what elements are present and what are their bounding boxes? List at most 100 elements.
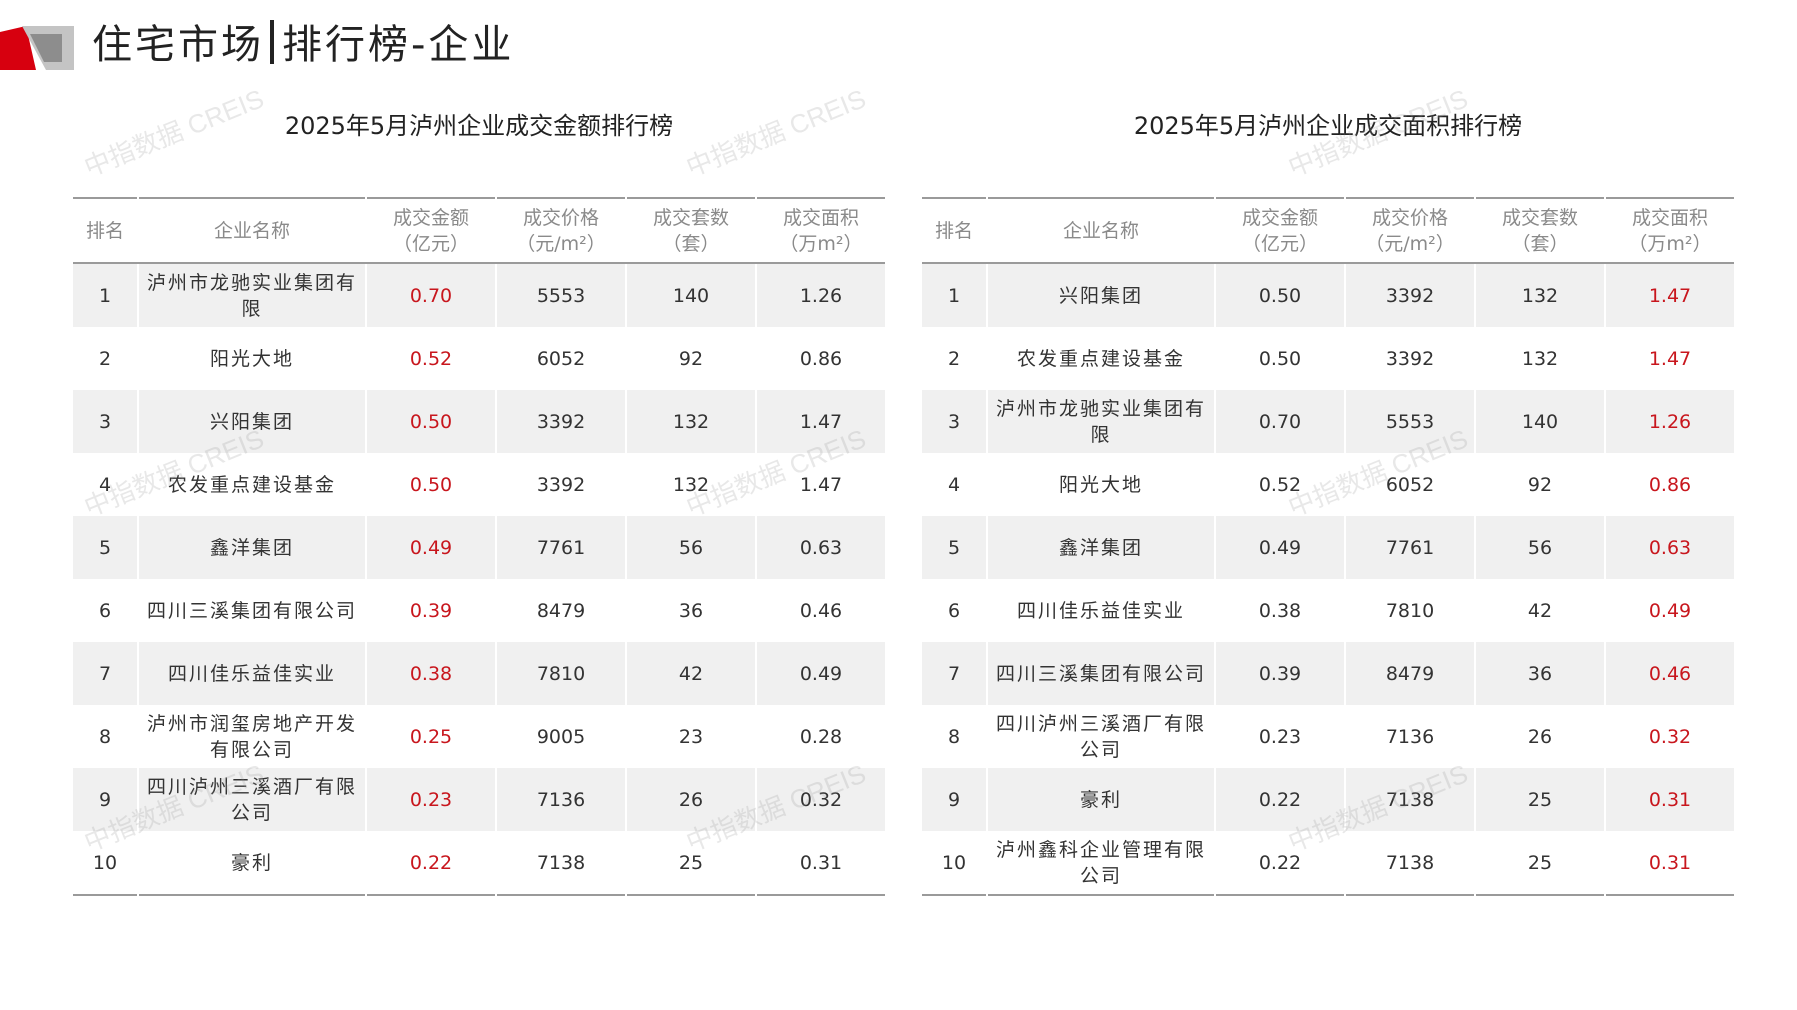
cell-rank: 6 bbox=[73, 579, 139, 642]
cell-amount: 0.50 bbox=[366, 453, 497, 516]
table-row: 5 鑫洋集团 0.49 7761 56 0.63 bbox=[73, 516, 885, 579]
cell-area: 1.26 bbox=[756, 263, 885, 327]
col-header-price: 成交价格 （元/m²） bbox=[496, 198, 627, 264]
cell-rank: 3 bbox=[73, 390, 139, 453]
table-row: 9 豪利 0.22 7138 25 0.31 bbox=[922, 768, 1734, 831]
cell-rank: 4 bbox=[73, 453, 139, 516]
cell-rank: 1 bbox=[73, 263, 139, 327]
cell-area: 0.86 bbox=[1648, 473, 1692, 496]
cell-rank: 6 bbox=[922, 579, 988, 642]
cell-rank: 10 bbox=[922, 831, 988, 895]
cell-area: 0.46 bbox=[799, 599, 843, 622]
cell-rank: 1 bbox=[922, 263, 988, 327]
cell-area: 1.47 bbox=[1605, 263, 1734, 327]
cell-company-name: 农发重点建设基金 bbox=[987, 327, 1216, 390]
cell-price: 5553 bbox=[1345, 390, 1476, 453]
cell-price: 6052 bbox=[1345, 453, 1476, 516]
col-header-amount: 成交金额 （亿元） bbox=[1215, 198, 1346, 264]
cell-amount: 0.50 bbox=[1215, 327, 1346, 390]
cell-area: 1.47 bbox=[1648, 347, 1692, 370]
cell-company-name: 四川泸州三溪酒厂有限公司 bbox=[138, 768, 367, 831]
cell-units: 92 bbox=[1475, 453, 1606, 516]
cell-units: 132 bbox=[1475, 263, 1606, 327]
cell-price: 5553 bbox=[496, 263, 627, 327]
cell-amount: 0.39 bbox=[1215, 642, 1346, 705]
cell-units: 92 bbox=[626, 327, 757, 390]
table-row: 4 农发重点建设基金 0.50 3392 132 1.47 bbox=[73, 453, 885, 516]
table-row: 9 四川泸州三溪酒厂有限公司 0.23 7136 26 0.32 bbox=[73, 768, 885, 831]
cell-company-name: 阳光大地 bbox=[138, 327, 367, 390]
cell-company-name: 泸州鑫科企业管理有限公司 bbox=[987, 831, 1216, 895]
cell-price: 3392 bbox=[496, 390, 627, 453]
amount-ranking-title: 2025年5月泸州企业成交金额排行榜 bbox=[284, 112, 674, 140]
amount-ranking-body: 1 泸州市龙驰实业集团有限 0.70 5553 140 1.26 2 阳光大地 0.52 6052… bbox=[73, 263, 885, 895]
cell-price: 9005 bbox=[496, 705, 627, 768]
area-ranking-table: 排名 企业名称 成交金额 （亿元） 成交价格 （元/m²） 成交套数 （套） 成交面积… bbox=[922, 197, 1734, 896]
cell-price: 3392 bbox=[1345, 263, 1476, 327]
cell-rank: 5 bbox=[922, 516, 988, 579]
area-ranking-body: 1 兴阳集团 0.50 3392 132 1.47 2 农发重点建设基金 0.50 3392 132… bbox=[922, 263, 1734, 895]
cell-price: 6052 bbox=[496, 327, 627, 390]
cell-price: 7136 bbox=[1345, 705, 1476, 768]
cell-company-name: 豪利 bbox=[138, 831, 367, 895]
cell-rank: 9 bbox=[922, 768, 988, 831]
cell-amount: 0.52 bbox=[366, 327, 497, 390]
cell-units: 56 bbox=[626, 516, 757, 579]
table-header-row: 排名 企业名称 成交金额 （亿元） 成交价格 （元/m²） 成交套数 （套） 成交面积… bbox=[73, 198, 885, 264]
cell-amount: 0.50 bbox=[1215, 263, 1346, 327]
title-divider bbox=[270, 20, 274, 64]
table-row: 6 四川三溪集团有限公司 0.39 8479 36 0.46 bbox=[73, 579, 885, 642]
cell-company-name: 四川泸州三溪酒厂有限公司 bbox=[987, 705, 1216, 768]
cell-price: 3392 bbox=[1345, 327, 1476, 390]
cell-units: 26 bbox=[1475, 705, 1606, 768]
cell-price: 7810 bbox=[1345, 579, 1476, 642]
cell-amount: 0.22 bbox=[1215, 768, 1346, 831]
cell-units: 25 bbox=[1475, 831, 1606, 895]
col-header-rank: 排名 bbox=[73, 198, 139, 264]
cell-rank: 2 bbox=[73, 327, 139, 390]
cell-company-name: 泸州市龙驰实业集团有限 bbox=[138, 263, 367, 327]
col-header-units: 成交套数 （套） bbox=[626, 198, 757, 264]
cell-units: 140 bbox=[1475, 390, 1606, 453]
cell-units: 132 bbox=[626, 453, 757, 516]
area-ranking-title: 2025年5月泸州企业成交面积排行榜 bbox=[1133, 112, 1523, 140]
table-row: 4 阳光大地 0.52 6052 92 0.86 bbox=[922, 453, 1734, 516]
cell-area: 0.28 bbox=[799, 725, 843, 748]
table-row: 1 兴阳集团 0.50 3392 132 1.47 bbox=[922, 263, 1734, 327]
cell-units: 23 bbox=[626, 705, 757, 768]
cell-area: 1.26 bbox=[1605, 390, 1734, 453]
cell-amount: 0.22 bbox=[366, 831, 497, 895]
cell-area: 1.47 bbox=[799, 473, 843, 496]
table-row: 2 农发重点建设基金 0.50 3392 132 1.47 bbox=[922, 327, 1734, 390]
cell-amount: 0.49 bbox=[1215, 516, 1346, 579]
cell-price: 7761 bbox=[1345, 516, 1476, 579]
cell-area: 0.31 bbox=[799, 851, 843, 874]
col-header-area: 成交面积 （万m²） bbox=[756, 198, 885, 264]
cell-rank: 5 bbox=[73, 516, 139, 579]
col-header-price: 成交价格 （元/m²） bbox=[1345, 198, 1476, 264]
cell-price: 7810 bbox=[496, 642, 627, 705]
col-header-units: 成交套数 （套） bbox=[1475, 198, 1606, 264]
cell-price: 7761 bbox=[496, 516, 627, 579]
cell-area: 0.49 bbox=[756, 642, 885, 705]
cell-amount: 0.23 bbox=[366, 768, 497, 831]
cell-amount: 0.70 bbox=[1215, 390, 1346, 453]
cell-rank: 9 bbox=[73, 768, 139, 831]
cell-amount: 0.70 bbox=[366, 263, 497, 327]
cell-amount: 0.38 bbox=[366, 642, 497, 705]
brand-logo-icon bbox=[0, 26, 74, 70]
col-header-company: 企业名称 bbox=[987, 198, 1216, 264]
cell-rank: 8 bbox=[73, 705, 139, 768]
cell-company-name: 鑫洋集团 bbox=[987, 516, 1216, 579]
col-header-rank: 排名 bbox=[922, 198, 988, 264]
cell-company-name: 兴阳集团 bbox=[138, 390, 367, 453]
cell-units: 42 bbox=[1475, 579, 1606, 642]
cell-units: 26 bbox=[626, 768, 757, 831]
cell-price: 3392 bbox=[496, 453, 627, 516]
cell-amount: 0.38 bbox=[1215, 579, 1346, 642]
cell-price: 7138 bbox=[1345, 768, 1476, 831]
cell-amount: 0.25 bbox=[366, 705, 497, 768]
cell-price: 8479 bbox=[1345, 642, 1476, 705]
cell-area: 0.86 bbox=[799, 347, 843, 370]
table-row: 1 泸州市龙驰实业集团有限 0.70 5553 140 1.26 bbox=[73, 263, 885, 327]
